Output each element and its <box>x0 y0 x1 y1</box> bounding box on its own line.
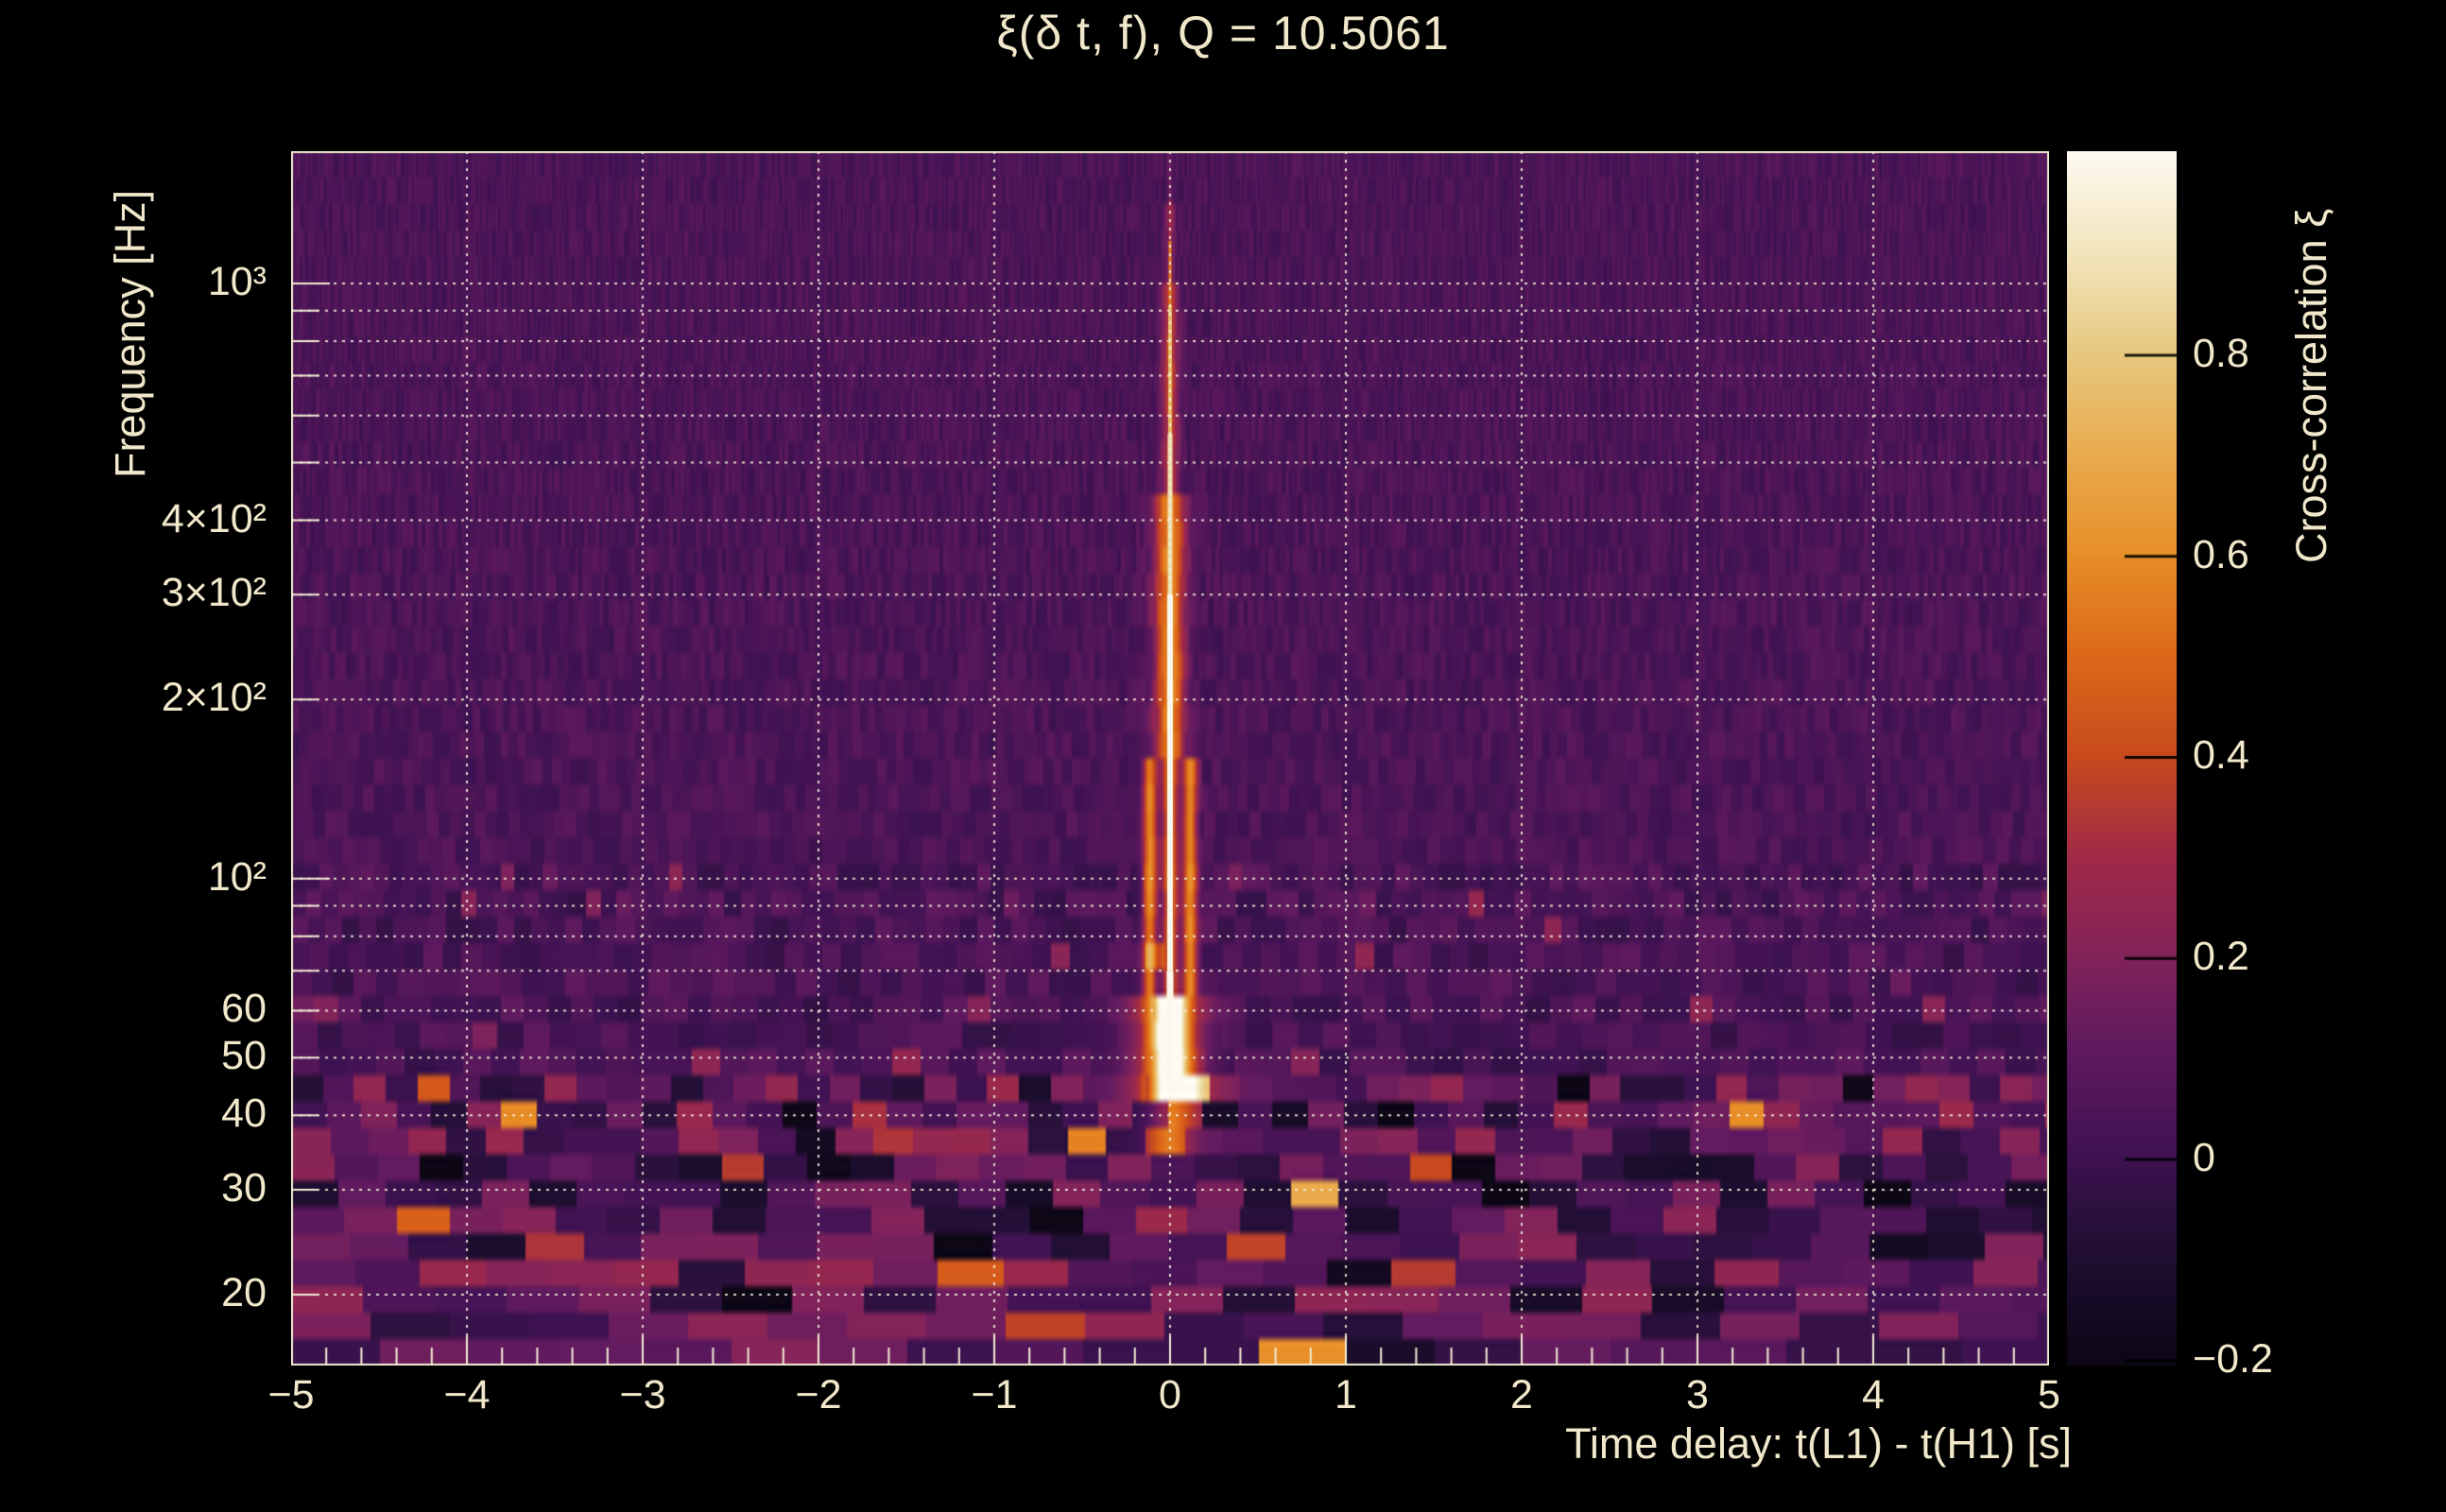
y-tick-label: 2×10² <box>161 675 267 721</box>
heatmap-canvas <box>291 151 2049 1366</box>
y-tick-label: 10² <box>207 853 267 900</box>
x-tick-label: −4 <box>443 1372 491 1418</box>
x-axis-title: Time delay: t(L1) - t(H1) [s] <box>1565 1419 2072 1468</box>
colorbar-tick-label: 0.4 <box>2193 732 2249 779</box>
y-tick-label: 4×10² <box>161 495 267 541</box>
y-tick-label: 3×10² <box>161 570 267 616</box>
x-tick-label: −2 <box>795 1372 842 1418</box>
y-axis-title: Frequency [Hz] <box>106 189 154 478</box>
x-tick-label: −3 <box>619 1372 666 1418</box>
x-tick-label: −1 <box>971 1372 1018 1418</box>
chart-title: ξ(δ t, f), Q = 10.5061 <box>996 7 1450 60</box>
x-tick-label: −5 <box>267 1372 315 1418</box>
x-tick-label: 0 <box>1159 1372 1181 1418</box>
y-tick-label: 30 <box>221 1165 267 1211</box>
y-tick-label: 60 <box>221 986 267 1032</box>
x-tick-label: 1 <box>1335 1372 1357 1418</box>
colorbar-title: Cross-correlation ξ <box>2287 208 2335 563</box>
cross-correlation-figure: ξ(δ t, f), Q = 10.5061 −5 −4 −3 −2 −1 0 1 2 3 4 5 … <box>0 0 2446 1512</box>
y-tick-label: 50 <box>221 1033 267 1079</box>
colorbar-tick-label: 0.8 <box>2193 330 2249 376</box>
y-tick-label: 20 <box>221 1269 267 1315</box>
x-tick-label: 5 <box>2038 1372 2060 1418</box>
colorbar-canvas <box>2067 151 2177 1366</box>
y-tick-label: 40 <box>221 1091 267 1137</box>
colorbar-tick-label: 0 <box>2193 1134 2215 1180</box>
x-tick-label: 2 <box>1510 1372 1533 1418</box>
colorbar-tick-label: −0.2 <box>2193 1335 2273 1382</box>
colorbar-tick-label: 0.6 <box>2193 531 2249 577</box>
colorbar-tick-label: 0.2 <box>2193 934 2249 980</box>
x-tick-label: 3 <box>1686 1372 1709 1418</box>
x-tick-label: 4 <box>1862 1372 1885 1418</box>
